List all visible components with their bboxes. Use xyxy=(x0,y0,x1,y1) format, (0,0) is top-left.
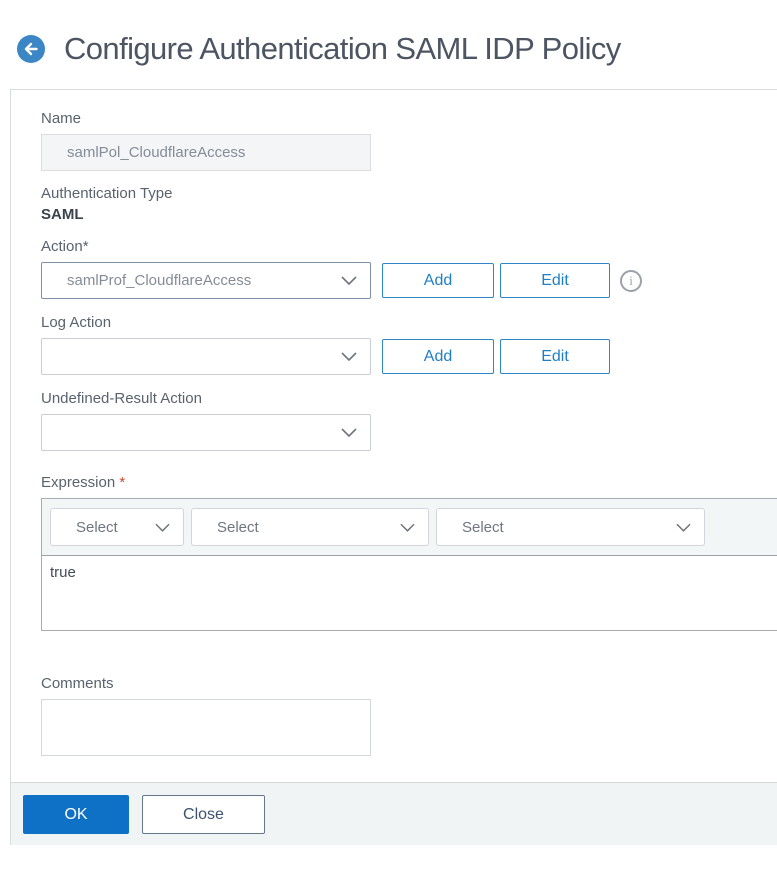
action-add-button[interactable]: Add xyxy=(382,263,494,298)
page-header: Configure Authentication SAML IDP Policy xyxy=(0,0,777,89)
log-action-label: Log Action xyxy=(41,314,112,331)
footer-bar: OK Close xyxy=(11,782,777,845)
expression-input[interactable]: true xyxy=(42,556,777,630)
action-select[interactable]: samlProf_CloudflareAccess xyxy=(41,262,371,299)
arrow-left-icon xyxy=(22,40,40,58)
expression-field-group: Expression * Select Select Select true xyxy=(41,474,777,631)
auth-type-value: SAML xyxy=(41,206,84,223)
ok-button[interactable]: OK xyxy=(23,795,129,834)
chevron-down-icon xyxy=(341,424,357,441)
action-edit-button[interactable]: Edit xyxy=(500,263,610,298)
name-label: Name xyxy=(41,110,82,127)
chevron-down-icon xyxy=(341,272,357,289)
chevron-down-icon xyxy=(400,519,415,536)
expression-select-1[interactable]: Select xyxy=(50,508,184,546)
expression-label: Expression * xyxy=(41,474,777,491)
chevron-down-icon xyxy=(155,519,170,536)
page-title: Configure Authentication SAML IDP Policy xyxy=(64,30,621,66)
expression-editor: Select Select Select true xyxy=(41,498,777,631)
action-select-value: samlProf_CloudflareAccess xyxy=(67,272,252,289)
back-button[interactable] xyxy=(17,34,45,63)
name-input-value: samlPol_CloudflareAccess xyxy=(67,144,246,161)
undefined-action-label: Undefined-Result Action xyxy=(41,390,202,407)
log-action-select[interactable] xyxy=(41,338,371,375)
name-field-group: Name samlPol_CloudflareAccess xyxy=(41,110,777,171)
name-input: samlPol_CloudflareAccess xyxy=(41,134,371,171)
expression-select-3-value: Select xyxy=(462,518,504,536)
comments-field-group: Comments xyxy=(41,675,777,761)
required-asterisk: * xyxy=(119,474,126,491)
log-action-field-group: Log Action Add Edit xyxy=(41,314,777,375)
chevron-down-icon xyxy=(341,348,357,365)
log-action-add-button[interactable]: Add xyxy=(382,339,494,374)
comments-input[interactable] xyxy=(41,699,371,756)
expression-select-2[interactable]: Select xyxy=(191,508,429,546)
close-button[interactable]: Close xyxy=(142,795,265,834)
expression-toolbar: Select Select Select xyxy=(42,499,777,556)
log-action-edit-button[interactable]: Edit xyxy=(500,339,610,374)
expression-select-3[interactable]: Select xyxy=(436,508,705,546)
action-field-group: Action* samlProf_CloudflareAccess Add Ed… xyxy=(41,238,777,299)
comments-label: Comments xyxy=(41,675,114,692)
form-panel: Name samlPol_CloudflareAccess Authentica… xyxy=(10,89,777,845)
expression-select-2-value: Select xyxy=(217,518,259,536)
auth-type-label: Authentication Type xyxy=(41,185,173,202)
expression-label-text: Expression xyxy=(41,474,116,491)
chevron-down-icon xyxy=(676,519,691,536)
action-label: Action* xyxy=(41,238,89,255)
auth-type-group: Authentication Type SAML xyxy=(41,185,777,223)
undefined-action-select[interactable] xyxy=(41,414,371,451)
info-icon[interactable]: i xyxy=(620,269,642,292)
undefined-action-field-group: Undefined-Result Action xyxy=(41,390,777,451)
expression-select-1-value: Select xyxy=(76,518,118,536)
